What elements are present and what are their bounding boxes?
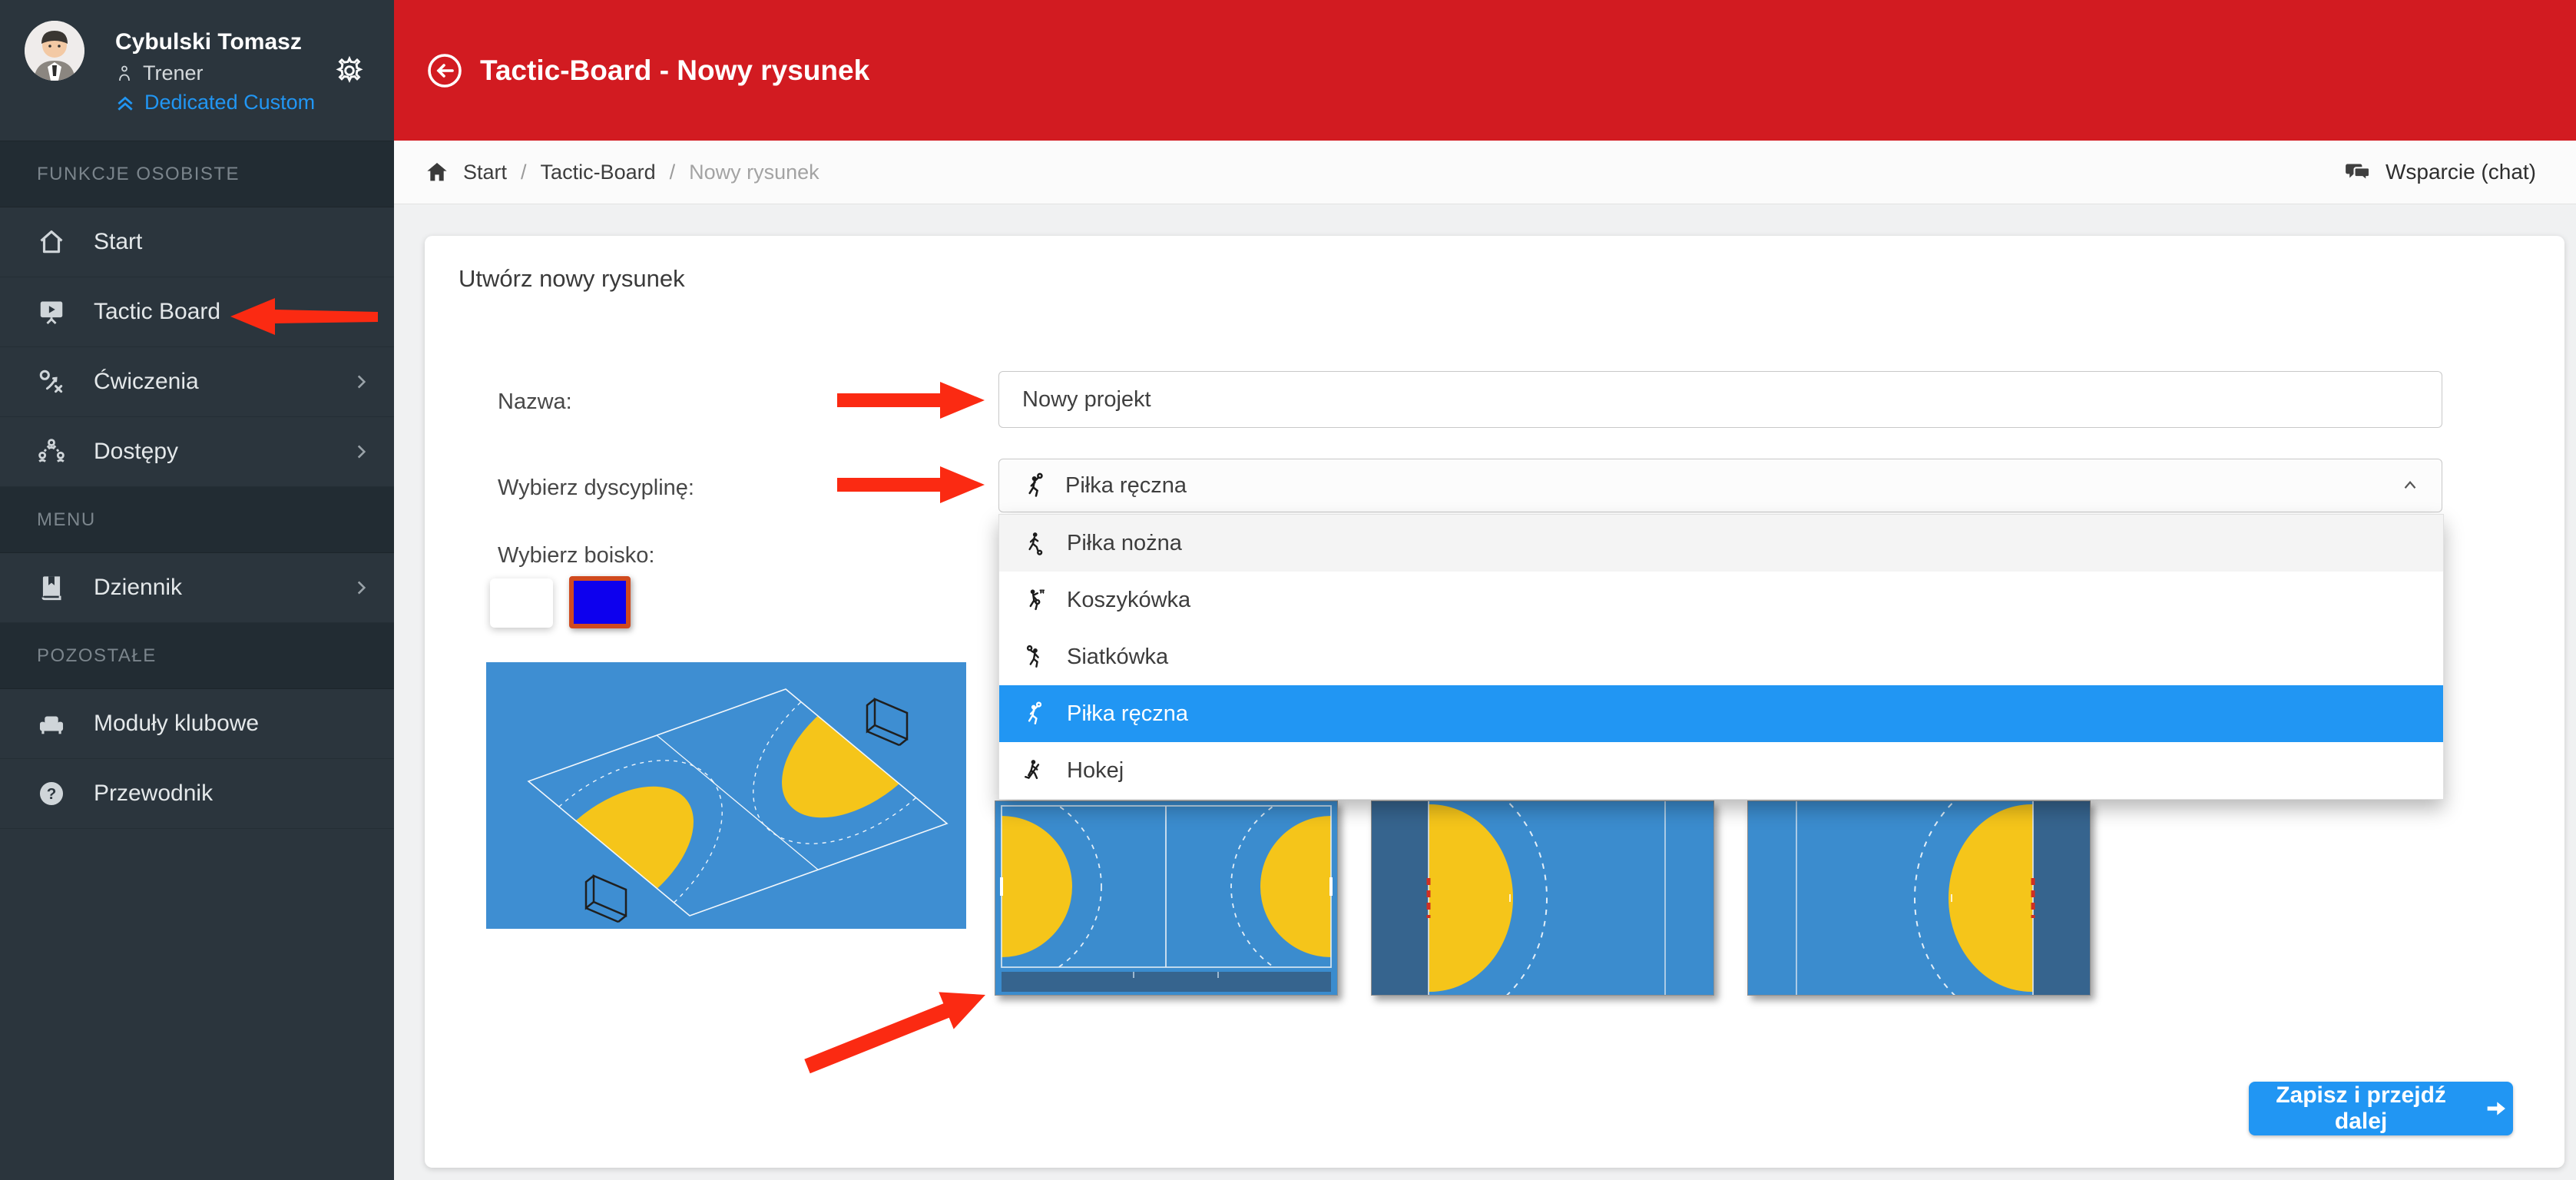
avatar	[25, 21, 84, 81]
discipline-dropdown: Piłka nożna Koszykówka Siatkówka	[998, 514, 2444, 800]
court-thumbnail-right-half[interactable]	[1747, 800, 2091, 996]
volleyball-player-icon	[1021, 644, 1047, 670]
sidebar-section-pozostale: POZOSTAŁE	[0, 623, 394, 689]
pitch-label: Wybierz boisko:	[498, 543, 654, 568]
app-root: { "sidebar": { "user": { "name": "Cybuls…	[0, 0, 2576, 1180]
sidebar-item-przewodnik[interactable]: ? Przewodnik	[0, 759, 394, 829]
option-hokej[interactable]: Hokej	[999, 742, 2443, 799]
user-profile[interactable]: Cybulski Tomasz Trener Dedicated Custom	[0, 0, 394, 141]
court-thumbnail-full[interactable]	[995, 800, 1338, 996]
breadcrumb-tactic-board[interactable]: Tactic-Board	[541, 161, 656, 184]
guide-icon: ?	[37, 779, 66, 808]
option-pilka-reczna[interactable]: Piłka ręczna	[999, 685, 2443, 742]
basketball-player-icon	[1021, 587, 1047, 613]
chat-bubbles-icon	[2344, 158, 2372, 186]
discipline-select[interactable]: Piłka ręczna	[998, 459, 2442, 512]
back-circle-icon[interactable]	[426, 52, 463, 89]
page-header: Tactic-Board - Nowy rysunek	[394, 0, 2576, 141]
sidebar-item-cwiczenia[interactable]: Ćwiczenia	[0, 347, 394, 417]
club-modules-icon	[37, 709, 66, 738]
court-preview-image	[486, 662, 966, 929]
sidebar-item-start[interactable]: Start	[0, 207, 394, 277]
journal-icon	[37, 573, 66, 602]
soccer-player-icon	[1021, 530, 1047, 556]
option-siatkowka[interactable]: Siatkówka	[999, 628, 2443, 685]
name-label: Nazwa:	[498, 389, 572, 415]
sidebar-section-menu: MENU	[0, 487, 394, 553]
page-title: Tactic-Board - Nowy rysunek	[480, 55, 869, 87]
subscription-link[interactable]: Dedicated Custom	[115, 91, 315, 114]
user-role: Trener	[143, 61, 204, 85]
home-icon	[37, 227, 66, 257]
option-pilka-nozna[interactable]: Piłka nożna	[999, 515, 2443, 572]
double-chevron-up-icon	[115, 93, 135, 113]
card-title: Utwórz nowy rysunek	[459, 265, 685, 293]
sidebar-section-funkcje-osobiste: FUNKCJE OSOBISTE	[0, 141, 394, 207]
pitch-color-blue-selected[interactable]	[569, 576, 631, 628]
chevron-right-icon	[351, 372, 371, 392]
sidebar-item-dziennik[interactable]: Dziennik	[0, 553, 394, 623]
breadcrumb-current: Nowy rysunek	[689, 161, 819, 184]
sidebar-item-tactic-board[interactable]: Tactic Board	[0, 277, 394, 347]
save-and-continue-button[interactable]: Zapisz i przejdź dalej	[2249, 1082, 2513, 1135]
breadcrumb-start[interactable]: Start	[463, 161, 507, 184]
name-input[interactable]	[998, 371, 2442, 428]
tactic-board-icon	[37, 297, 66, 326]
discipline-value: Piłka ręczna	[1065, 473, 1187, 499]
court-thumbnail-left-half[interactable]	[1371, 800, 1714, 996]
handball-player-icon	[1021, 472, 1048, 499]
arrow-right-icon	[2484, 1095, 2508, 1122]
settings-gear-icon[interactable]	[334, 55, 365, 86]
home-icon[interactable]	[425, 160, 449, 184]
svg-text:?: ?	[47, 785, 57, 803]
sidebar: Cybulski Tomasz Trener Dedicated Custom …	[0, 0, 394, 1180]
create-drawing-card: Utwórz nowy rysunek Nazwa: Wybierz dyscy…	[425, 236, 2564, 1168]
support-chat-button[interactable]: Wsparcie (chat)	[2344, 158, 2536, 186]
pitch-color-white[interactable]	[490, 578, 553, 628]
hockey-player-icon	[1021, 757, 1047, 784]
person-icon	[115, 65, 134, 83]
access-icon	[37, 437, 66, 466]
exercises-icon	[37, 367, 66, 396]
sidebar-item-moduly-klubowe[interactable]: Moduły klubowe	[0, 689, 394, 759]
user-name: Cybulski Tomasz	[115, 29, 302, 55]
sidebar-item-dostepy[interactable]: Dostępy	[0, 417, 394, 487]
chevron-up-icon	[2400, 476, 2420, 496]
breadcrumb: Start / Tactic-Board / Nowy rysunek Wspa…	[394, 141, 2576, 204]
chevron-right-icon	[351, 442, 371, 462]
discipline-label: Wybierz dyscyplinę:	[498, 476, 694, 501]
handball-player-icon	[1021, 701, 1047, 727]
chevron-right-icon	[351, 578, 371, 598]
option-koszykowka[interactable]: Koszykówka	[999, 572, 2443, 628]
